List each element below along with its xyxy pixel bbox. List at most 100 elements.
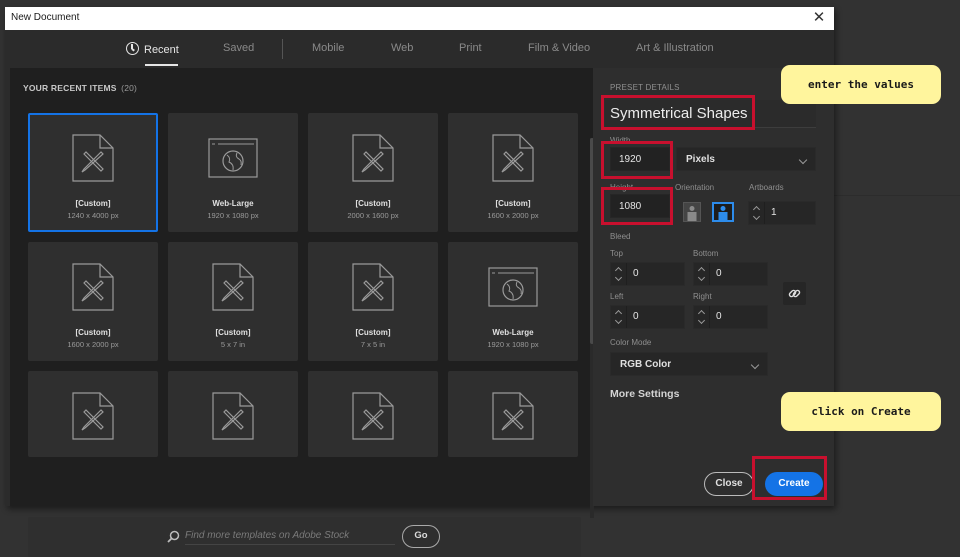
width-input[interactable]: 1920 xyxy=(610,147,670,171)
artboards-label: Artboards xyxy=(749,183,784,192)
artboards-value: 1 xyxy=(771,207,777,218)
preset-name-input[interactable]: Symmetrical Shapes xyxy=(605,100,816,128)
portrait-orientation-button[interactable] xyxy=(683,202,701,222)
tab-separator xyxy=(282,39,283,59)
tab-film-video[interactable]: Film & Video xyxy=(528,42,590,54)
bleed-left-stepper[interactable]: 0 xyxy=(610,305,685,329)
link-icon xyxy=(788,289,801,298)
recent-item-card[interactable] xyxy=(28,371,158,457)
stepper-arrows[interactable] xyxy=(611,263,627,285)
tab-label: Print xyxy=(459,42,482,54)
bleed-right-value: 0 xyxy=(716,311,722,322)
chevron-down-icon[interactable] xyxy=(697,316,706,325)
bleed-left-label: Left xyxy=(610,292,624,301)
active-tab-indicator xyxy=(145,64,178,66)
bleed-left-value: 0 xyxy=(633,311,639,322)
tab-label: Art & Illustration xyxy=(636,42,714,54)
preset-details-panel: PRESET DETAILS Symmetrical Shapes Width … xyxy=(593,68,834,506)
tab-print[interactable]: Print xyxy=(459,42,482,54)
recent-item-card[interactable]: Web-Large 1920 x 1080 px xyxy=(448,242,578,361)
recent-item-dimensions: 1600 x 2000 px xyxy=(67,340,119,349)
bleed-bottom-value: 0 xyxy=(716,268,722,279)
recent-item-dimensions: 1600 x 2000 px xyxy=(487,211,539,220)
recent-item-name: [Custom] xyxy=(495,199,531,208)
chevron-down-icon[interactable] xyxy=(614,316,623,325)
recent-item-name: [Custom] xyxy=(355,328,391,337)
tab-web[interactable]: Web xyxy=(391,42,413,54)
units-dropdown[interactable]: Pixels xyxy=(676,147,816,171)
tab-art-illustration[interactable]: Art & Illustration xyxy=(636,42,714,54)
document-pencil-icon xyxy=(70,391,116,446)
bleed-top-label: Top xyxy=(610,249,623,258)
recent-item-card[interactable]: [Custom] 1240 x 4000 px xyxy=(28,113,158,232)
document-pencil-icon xyxy=(490,391,536,446)
tab-label: Film & Video xyxy=(528,42,591,54)
recent-item-dimensions: 2000 x 1600 px xyxy=(347,211,399,220)
recent-item-card[interactable]: [Custom] 2000 x 1600 px xyxy=(308,113,438,232)
chevron-down-icon[interactable] xyxy=(752,212,761,221)
bleed-top-stepper[interactable]: 0 xyxy=(610,262,685,286)
recent-item-dimensions: 5 x 7 in xyxy=(220,340,246,349)
color-mode-dropdown[interactable]: RGB Color xyxy=(610,352,768,376)
title-bar: New Document ✕ xyxy=(5,7,834,30)
recent-item-card[interactable] xyxy=(448,371,578,457)
recent-item-dimensions: 7 x 5 in xyxy=(360,340,386,349)
recent-item-name: [Custom] xyxy=(75,328,111,337)
recent-item-card[interactable] xyxy=(308,371,438,457)
recent-items-heading: YOUR RECENT ITEMS (20) xyxy=(23,83,137,93)
recent-item-name: Web-Large xyxy=(492,328,534,337)
document-pencil-icon xyxy=(210,262,256,317)
go-button[interactable]: Go xyxy=(402,525,440,548)
chevron-down-icon[interactable] xyxy=(697,273,706,282)
adobe-stock-search-bar: Go xyxy=(28,517,581,557)
tab-label: Recent xyxy=(144,44,179,56)
stepper-arrows[interactable] xyxy=(749,202,765,224)
orientation-label: Orientation xyxy=(675,183,715,192)
window-title: New Document xyxy=(11,12,80,23)
tab-label: Saved xyxy=(223,42,255,54)
document-pencil-icon xyxy=(350,133,396,188)
document-pencil-icon xyxy=(350,262,396,317)
landscape-orientation-button[interactable] xyxy=(712,202,734,222)
document-pencil-icon xyxy=(210,391,256,446)
link-bleed-button[interactable] xyxy=(783,282,806,305)
recent-item-card[interactable]: Web-Large 1920 x 1080 px xyxy=(168,113,298,232)
recent-item-card[interactable]: [Custom] 1600 x 2000 px xyxy=(448,113,578,232)
person-icon xyxy=(720,206,726,211)
callout-click-create: click on Create xyxy=(781,392,941,431)
tab-mobile[interactable]: Mobile xyxy=(312,42,344,54)
chevron-down-icon xyxy=(798,155,808,165)
recent-item-card[interactable] xyxy=(168,371,298,457)
chevron-down-icon[interactable] xyxy=(614,273,623,282)
tab-saved[interactable]: Saved xyxy=(223,42,254,54)
height-input[interactable]: 1080 xyxy=(610,194,670,218)
create-button[interactable]: Create xyxy=(765,472,823,496)
recent-item-card[interactable]: [Custom] 1600 x 2000 px xyxy=(28,242,158,361)
recent-item-name: [Custom] xyxy=(75,199,111,208)
stepper-arrows[interactable] xyxy=(611,306,627,328)
artboards-stepper[interactable]: 1 xyxy=(748,201,816,225)
recent-item-card[interactable]: [Custom] 7 x 5 in xyxy=(308,242,438,361)
bleed-top-value: 0 xyxy=(633,268,639,279)
clock-icon xyxy=(126,42,139,55)
recent-item-card[interactable]: [Custom] 5 x 7 in xyxy=(168,242,298,361)
person-body xyxy=(687,212,697,221)
stepper-arrows[interactable] xyxy=(694,306,710,328)
bleed-bottom-stepper[interactable]: 0 xyxy=(693,262,768,286)
more-settings-link[interactable]: More Settings xyxy=(610,388,679,400)
close-icon[interactable]: ✕ xyxy=(810,9,828,27)
recent-item-dimensions: 1240 x 4000 px xyxy=(67,211,119,220)
stepper-arrows[interactable] xyxy=(694,263,710,285)
close-button[interactable]: Close xyxy=(704,472,754,496)
tab-recent[interactable]: Recent xyxy=(126,42,179,56)
web-globe-icon xyxy=(208,138,258,183)
width-label: Width xyxy=(610,136,631,145)
new-document-dialog: New Document ✕ Recent Saved Mobile Web P… xyxy=(5,7,834,557)
color-mode-label: Color Mode xyxy=(610,338,652,347)
tab-label: Web xyxy=(391,42,414,54)
background-divider xyxy=(834,195,960,196)
heading-text: YOUR RECENT ITEMS xyxy=(23,83,117,93)
bleed-right-stepper[interactable]: 0 xyxy=(693,305,768,329)
adobe-stock-search-input[interactable] xyxy=(185,527,395,545)
recent-item-dimensions: 1920 x 1080 px xyxy=(207,211,259,220)
